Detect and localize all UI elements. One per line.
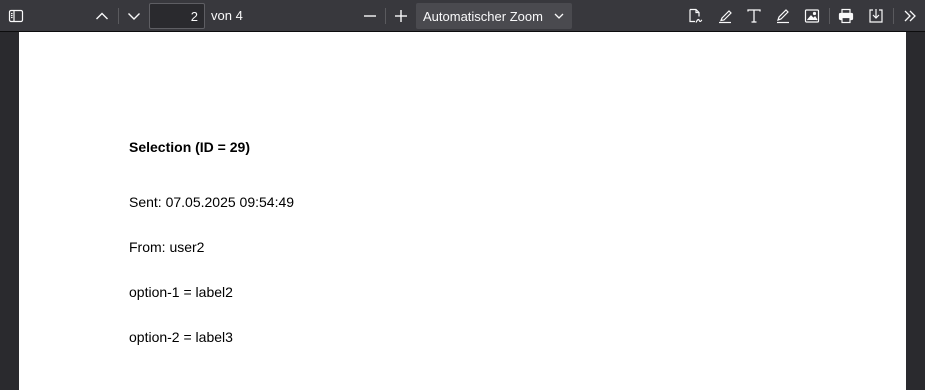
page-count-label: von 4 bbox=[211, 8, 243, 23]
pdf-toolbar: von 4 Automatischer Zoom bbox=[0, 0, 925, 32]
minus-icon[interactable] bbox=[358, 4, 382, 28]
option-2-line: option-2 = label3 bbox=[129, 329, 233, 345]
pen-icon[interactable] bbox=[771, 4, 795, 28]
document-viewer[interactable]: Selection (ID = 29) Sent: 07.05.2025 09:… bbox=[0, 32, 925, 390]
toolbar-separator bbox=[118, 8, 119, 24]
page-number-input[interactable] bbox=[149, 3, 205, 29]
image-icon[interactable] bbox=[800, 4, 824, 28]
chevron-up-icon[interactable] bbox=[90, 4, 114, 28]
sent-line: Sent: 07.05.2025 09:54:49 bbox=[129, 194, 295, 210]
plus-icon[interactable] bbox=[389, 4, 413, 28]
zoom-select[interactable]: Automatischer Zoom bbox=[416, 3, 572, 29]
text-icon[interactable] bbox=[742, 4, 766, 28]
signature-icon[interactable] bbox=[683, 4, 707, 28]
double-chevron-right-icon[interactable] bbox=[898, 4, 922, 28]
chevron-down-icon bbox=[553, 10, 565, 25]
pdf-page: Selection (ID = 29) Sent: 07.05.2025 09:… bbox=[19, 32, 906, 390]
option-1-line: option-1 = label2 bbox=[129, 284, 233, 300]
toolbar-separator bbox=[829, 8, 830, 24]
toolbar-separator bbox=[893, 8, 894, 24]
zoom-select-value: Automatischer Zoom bbox=[423, 8, 543, 24]
from-line: From: user2 bbox=[129, 239, 205, 255]
printer-icon[interactable] bbox=[834, 4, 858, 28]
toolbar-separator bbox=[385, 8, 386, 24]
chevron-down-icon[interactable] bbox=[122, 4, 146, 28]
document-title: Selection (ID = 29) bbox=[129, 139, 250, 155]
sidebar-toggle-icon[interactable] bbox=[4, 4, 28, 28]
download-icon[interactable] bbox=[864, 4, 888, 28]
highlighter-icon[interactable] bbox=[713, 4, 737, 28]
